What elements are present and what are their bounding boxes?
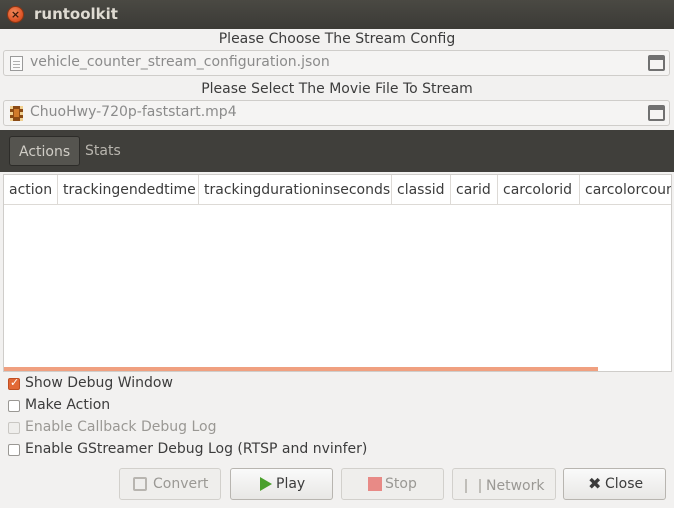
column-header[interactable]: carid xyxy=(451,175,498,205)
movie-file-chooser[interactable]: ChuoHwy-720p-faststart.mp4 xyxy=(3,100,670,126)
checkbox-box[interactable] xyxy=(8,400,20,412)
config-file-chooser[interactable]: vehicle_counter_stream_configuration.jso… xyxy=(3,50,670,76)
play-label: Play xyxy=(276,476,306,492)
eject-icon[interactable] xyxy=(648,55,665,71)
actions-table[interactable]: action trackingendedtime trackingduratio… xyxy=(3,174,672,372)
column-header[interactable]: carcolorid xyxy=(498,175,580,205)
close-icon: ✖ xyxy=(588,474,602,493)
tab-actions[interactable]: Actions xyxy=(9,136,81,166)
column-header[interactable]: classid xyxy=(392,175,451,205)
checkbox-box[interactable] xyxy=(8,376,20,390)
tab-bar: Actions Stats xyxy=(0,130,674,172)
checkbox-label: Enable Callback Debug Log xyxy=(25,419,217,435)
tab-stats[interactable]: Stats xyxy=(76,136,130,166)
window-title: runtoolkit xyxy=(34,5,118,23)
stop-icon xyxy=(368,477,382,491)
config-file-name: vehicle_counter_stream_configuration.jso… xyxy=(30,54,330,70)
config-heading: Please Choose The Stream Config xyxy=(218,31,456,47)
film-icon xyxy=(10,106,23,121)
document-icon xyxy=(10,56,23,71)
close-label: Close xyxy=(605,476,644,492)
column-header[interactable]: trackingdurationinseconds xyxy=(199,175,392,205)
column-header[interactable]: carcolorcount xyxy=(580,175,671,205)
column-header[interactable]: trackingendedtime xyxy=(58,175,199,205)
title-bar: × runtoolkit xyxy=(0,0,674,29)
network-label: Network xyxy=(486,478,545,494)
stop-label: Stop xyxy=(385,476,417,492)
convert-label: Convert xyxy=(153,476,209,492)
convert-icon xyxy=(133,477,147,491)
checkbox-label: Show Debug Window xyxy=(25,375,173,391)
close-button[interactable]: ✖ Close xyxy=(563,468,666,500)
checkbox-box xyxy=(8,422,20,434)
checkbox-label: Make Action xyxy=(25,397,111,413)
table-header: action trackingendedtime trackingduratio… xyxy=(4,175,671,205)
column-header[interactable]: action xyxy=(4,175,58,205)
play-button[interactable]: Play xyxy=(230,468,333,500)
checkbox-label: Enable GStreamer Debug Log (RTSP and nvi… xyxy=(25,441,368,457)
network-button: Network xyxy=(452,468,556,500)
checkbox-box[interactable] xyxy=(8,444,20,456)
close-window-icon[interactable]: × xyxy=(7,6,24,23)
convert-button: Convert xyxy=(119,468,221,500)
eject-icon[interactable] xyxy=(648,105,665,121)
network-icon xyxy=(465,479,481,493)
play-icon xyxy=(260,477,272,491)
movie-file-name: ChuoHwy-720p-faststart.mp4 xyxy=(30,104,237,120)
movie-heading: Please Select The Movie File To Stream xyxy=(201,81,473,97)
horizontal-scrollbar[interactable] xyxy=(4,367,598,371)
stop-button: Stop xyxy=(341,468,444,500)
